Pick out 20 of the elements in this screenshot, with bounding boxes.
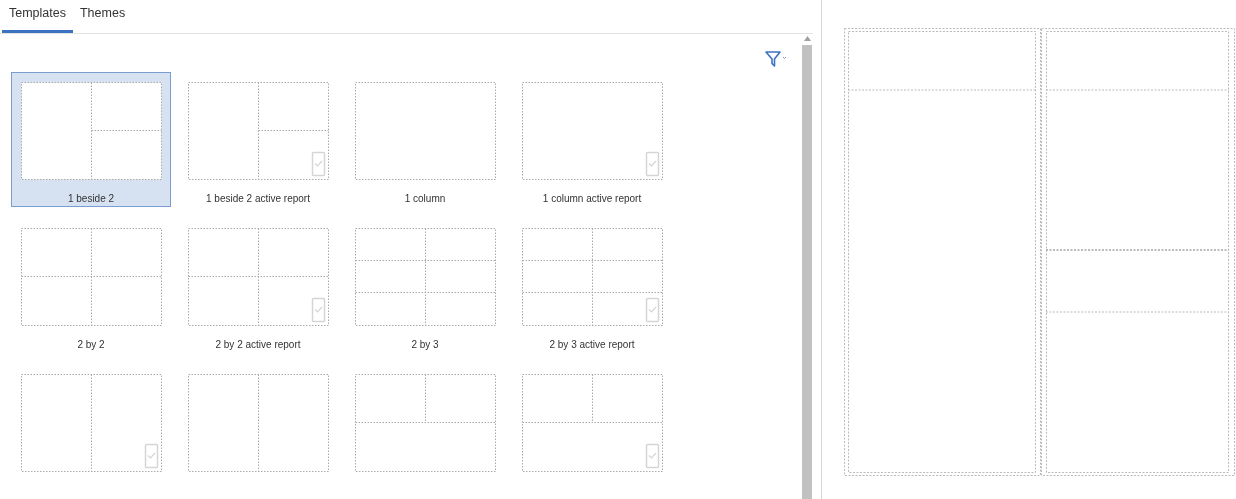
checkmark-icon bbox=[311, 151, 325, 177]
template-label: 1 column active report bbox=[542, 193, 642, 204]
checkmark-icon bbox=[144, 443, 158, 469]
template-label: 1 beside 2 active report bbox=[206, 193, 310, 204]
scrollbar[interactable] bbox=[802, 36, 812, 499]
tab[interactable]: Themes bbox=[73, 0, 133, 33]
template-label: 2 by 3 active report bbox=[549, 339, 635, 350]
template-label: 2 by 2 active report bbox=[215, 339, 301, 350]
checkmark-icon bbox=[645, 443, 659, 469]
scroll-up-icon[interactable] bbox=[803, 36, 811, 41]
template-label: 2 by 3 bbox=[411, 339, 439, 350]
template-label: 1 beside 2 bbox=[67, 193, 115, 204]
template-label: 1 column bbox=[404, 193, 446, 204]
tab[interactable]: Templates bbox=[2, 0, 73, 33]
checkmark-icon bbox=[645, 151, 659, 177]
template-label: 2 by 2 bbox=[77, 339, 105, 350]
template-card[interactable]: 1 beside 2 bbox=[11, 72, 171, 207]
checkmark-icon bbox=[645, 297, 659, 323]
checkmark-icon bbox=[311, 297, 325, 323]
filter-icon[interactable] bbox=[765, 51, 787, 67]
